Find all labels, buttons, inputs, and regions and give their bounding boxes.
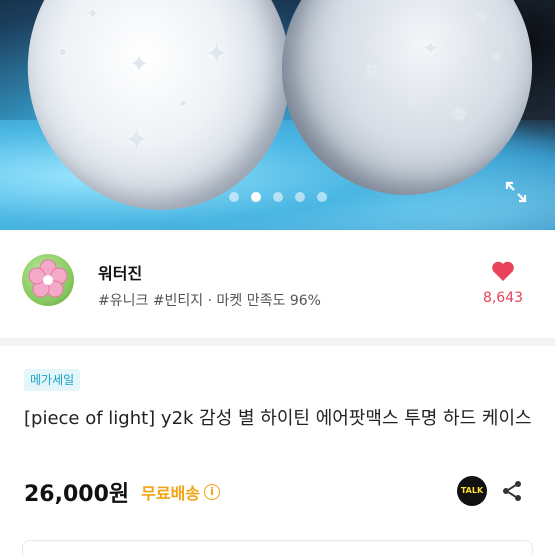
share-icon[interactable] (500, 479, 524, 503)
heart-icon (492, 261, 514, 281)
star-decoration: ✦ (450, 103, 469, 128)
star-decoration: ● (478, 13, 485, 21)
expand-icon[interactable] (504, 180, 528, 204)
product-price: 26,000원 (24, 482, 130, 507)
carousel-dot[interactable] (272, 192, 283, 202)
bottom-info-box[interactable] (22, 540, 533, 555)
like-button[interactable]: 8,643 (473, 260, 533, 306)
star-decoration: ✦ (205, 37, 229, 70)
star-decoration: ✦ (422, 36, 439, 60)
star-decoration: ● (59, 47, 66, 56)
carousel-dot[interactable] (316, 192, 327, 202)
carousel-dot[interactable] (294, 192, 305, 202)
star-decoration: ● (494, 53, 500, 60)
star-decoration: ✦ (364, 60, 380, 81)
like-count: 8,643 (482, 290, 524, 306)
kakaotalk-icon[interactable]: TALK (457, 476, 487, 506)
seller-name[interactable]: 워터진 (98, 260, 142, 284)
star-decoration: ✦ (86, 4, 100, 23)
carousel-indicator (0, 192, 555, 202)
product-title: [piece of light] y2k 감성 별 하이틴 에어팟맥스 투명 하… (24, 408, 532, 429)
seller-tags: #유니크 #빈티지 · 마켓 만족도 96% (98, 293, 321, 309)
carousel-dot-active[interactable] (250, 192, 261, 202)
sale-badge: 메가세일 (24, 369, 81, 391)
flower-icon (28, 259, 68, 298)
star-decoration: ● (410, 99, 416, 106)
seller-section[interactable]: 워터진 #유니크 #빈티지 · 마켓 만족도 96% 8,643 (0, 230, 555, 338)
seller-avatar[interactable] (22, 254, 74, 306)
carousel-dot[interactable] (228, 192, 239, 202)
price-row: 26,000원 무료배송 i (24, 478, 221, 507)
section-divider (0, 338, 555, 346)
product-image-carousel[interactable]: ✦ ✦ ✦ ✦ ● ● ✦ ✦ ✦ ● ● ● (0, 0, 555, 230)
info-icon[interactable]: i (204, 484, 221, 500)
star-decoration: ● (180, 99, 187, 107)
star-decoration: ✦ (129, 50, 150, 78)
star-decoration: ✦ (124, 123, 150, 158)
shipping-label: 무료배송 (141, 484, 201, 503)
